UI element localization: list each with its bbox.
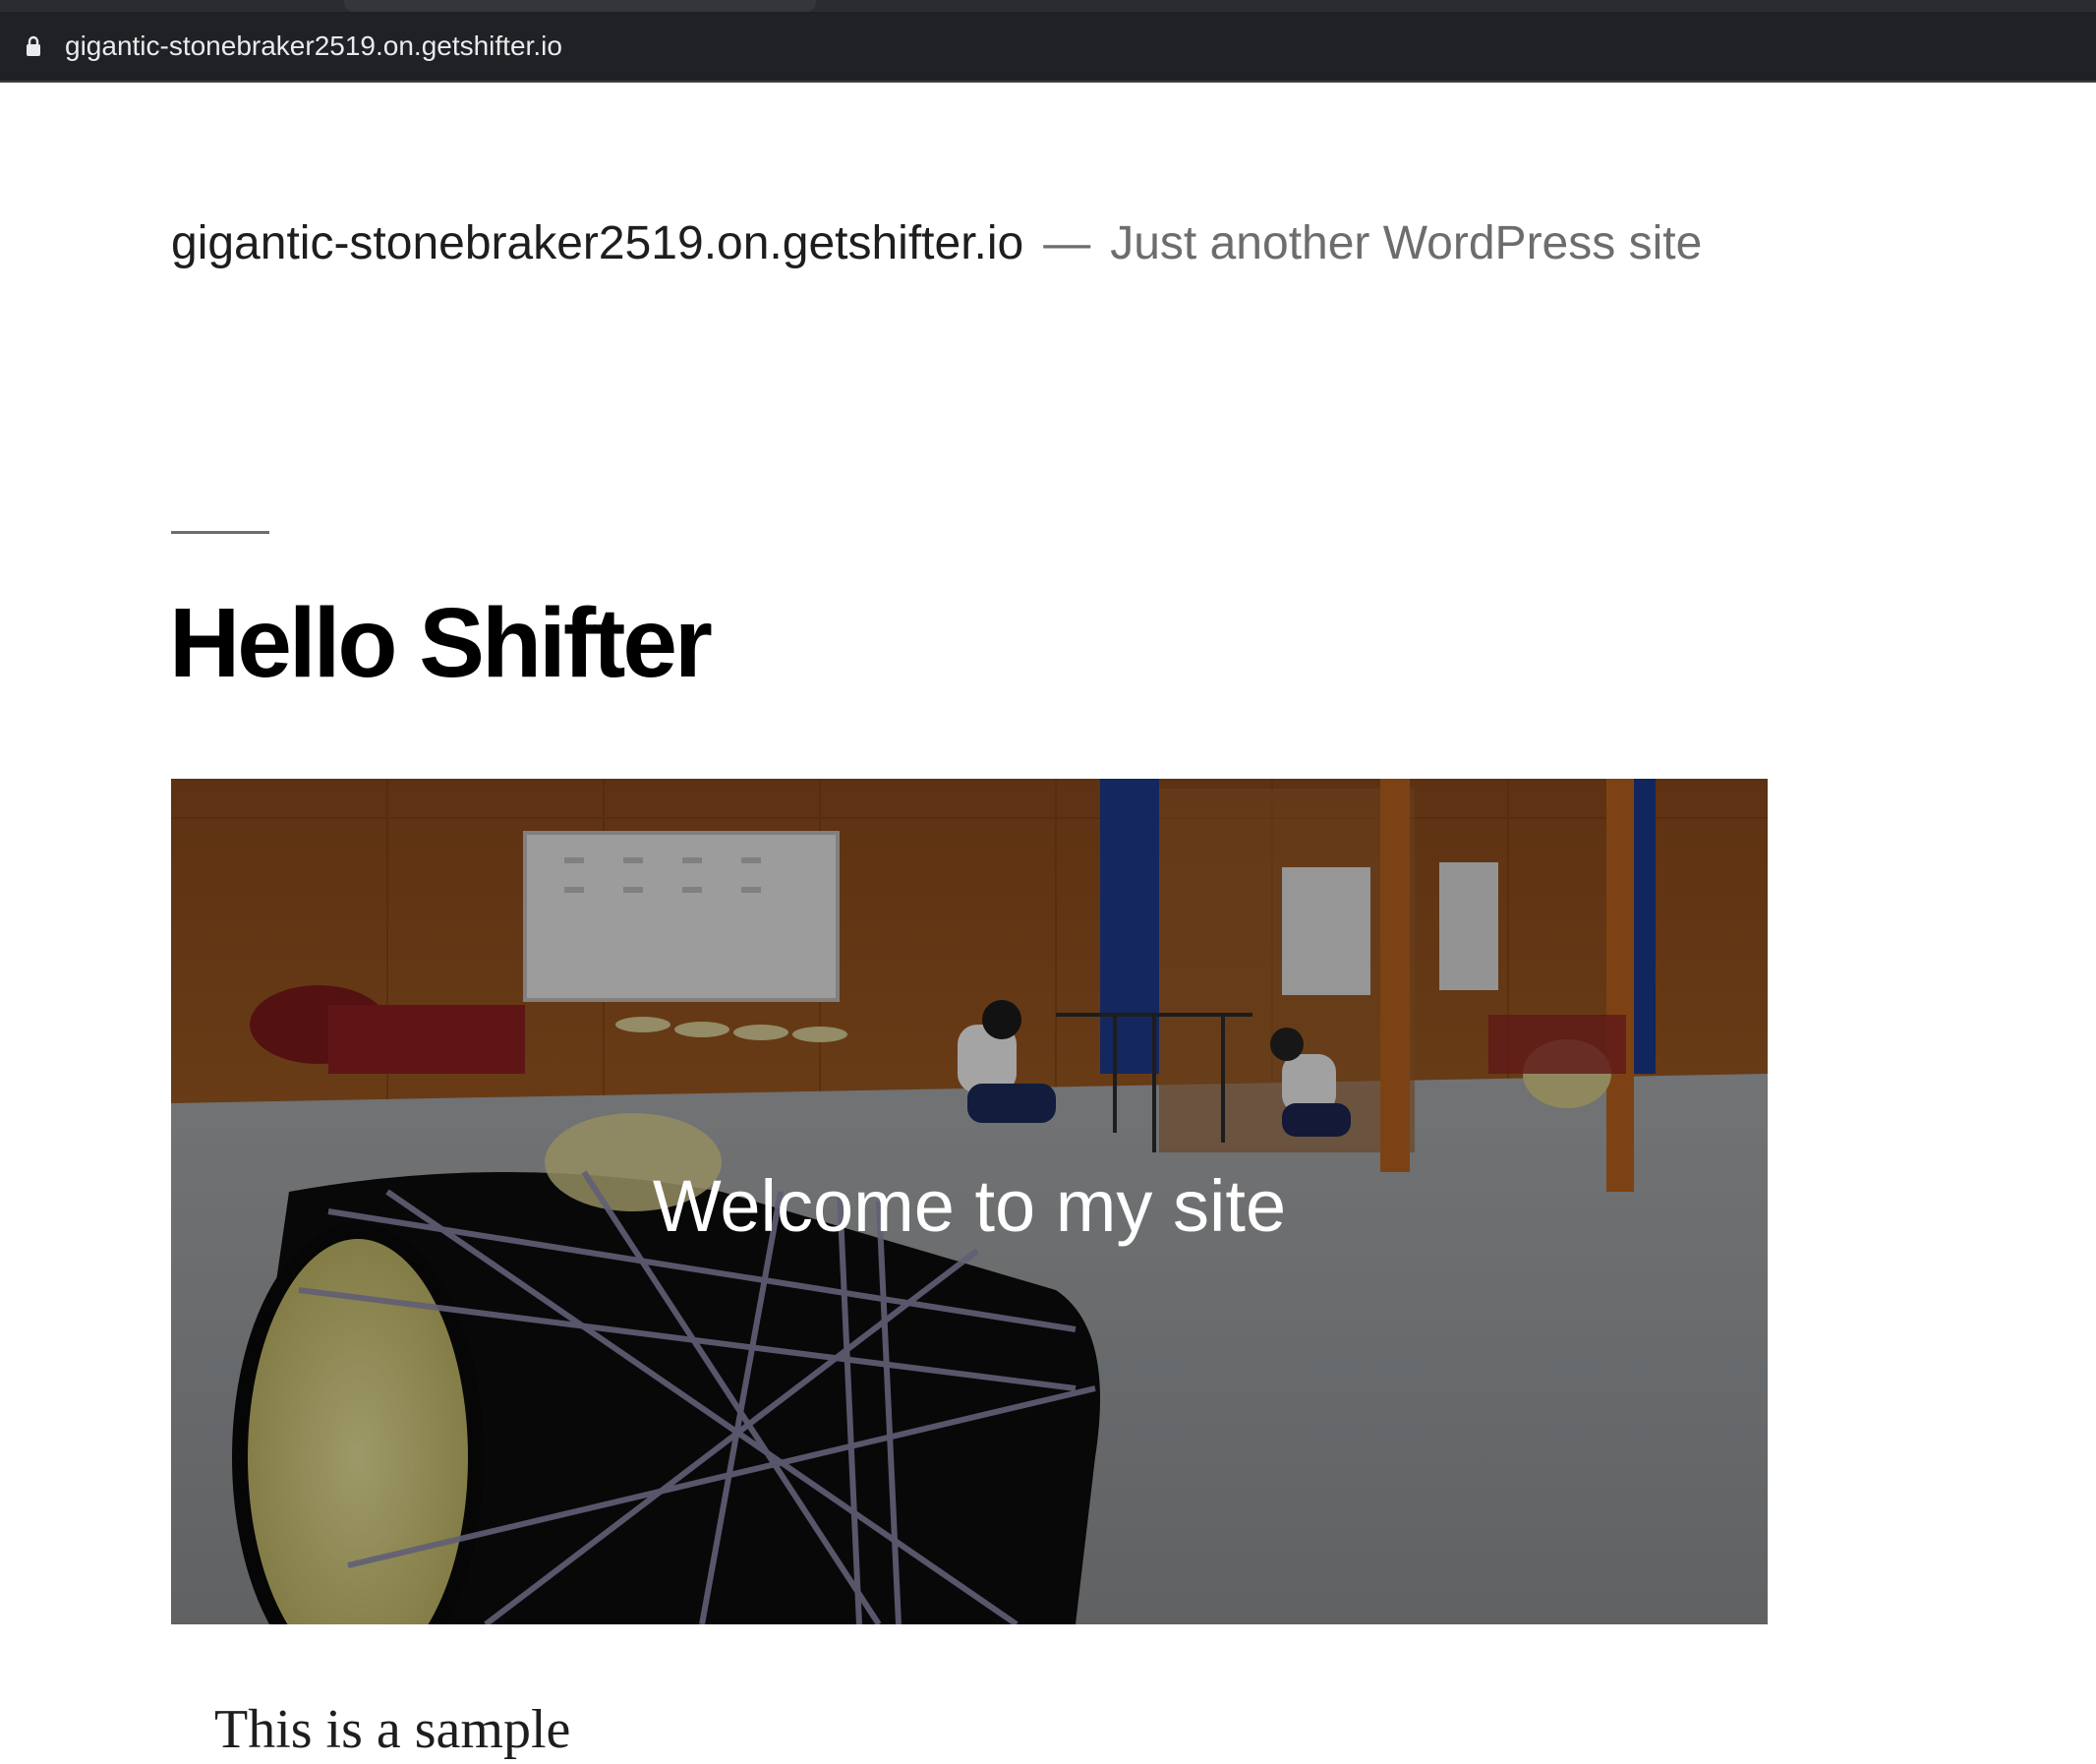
site-title-link[interactable]: gigantic-stonebraker2519.on.getshifter.i… [171,217,1023,269]
site-header: gigantic-stonebraker2519.on.getshifter.i… [171,214,1702,273]
post-content-start: This is a sample [214,1699,571,1760]
active-tab-edge[interactable] [344,0,816,12]
tab-strip [0,0,2096,12]
cover-block: Welcome to my site [171,779,1768,1624]
header-separator: — [1043,217,1091,269]
site-description: Just another WordPress site [1110,217,1703,269]
url-text[interactable]: gigantic-stonebraker2519.on.getshifter.i… [65,30,562,62]
cover-heading: Welcome to my site [652,1165,1287,1247]
title-divider [171,531,269,534]
browser-toolbar: gigantic-stonebraker2519.on.getshifter.i… [0,0,2096,83]
lock-icon[interactable] [26,35,41,57]
post-title: Hello Shifter [169,588,713,698]
address-bar[interactable]: gigantic-stonebraker2519.on.getshifter.i… [0,12,2096,81]
page-content: gigantic-stonebraker2519.on.getshifter.i… [0,83,2096,1760]
